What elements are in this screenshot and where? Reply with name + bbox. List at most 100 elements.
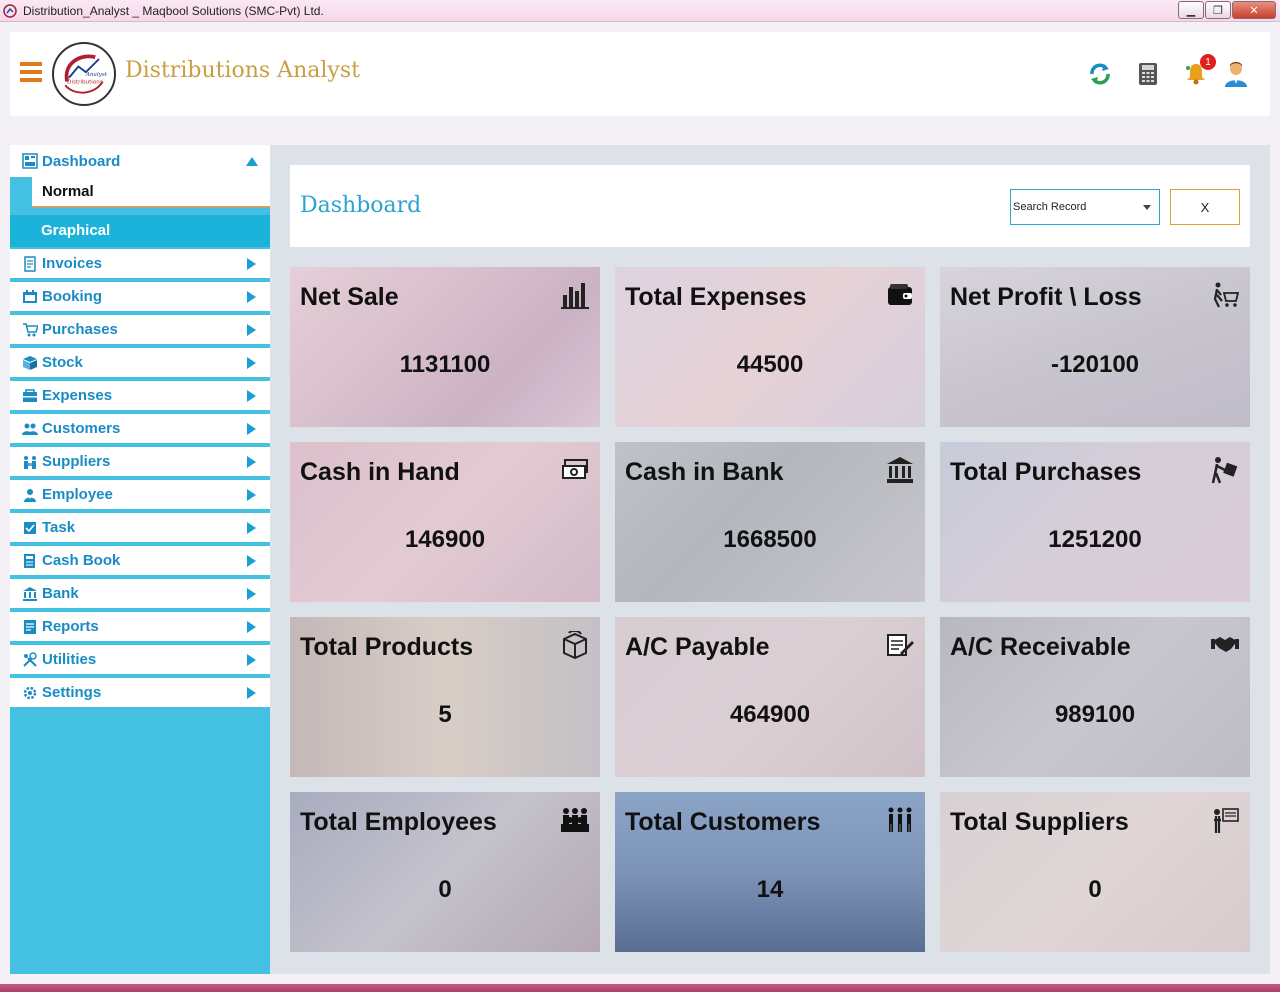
- sidebar-item-booking[interactable]: Booking: [10, 282, 270, 313]
- card-value: 1251200: [1048, 526, 1142, 553]
- utilities-icon: [22, 651, 38, 668]
- card-a-c-payable[interactable]: A/C Payable 464900: [615, 617, 925, 777]
- customers-icon: [22, 421, 38, 437]
- card-title: A/C Receivable: [950, 633, 1131, 661]
- card-value: 0: [1088, 876, 1102, 903]
- card-total-customers[interactable]: Total Customers 14: [615, 792, 925, 952]
- bell-icon[interactable]: 1: [1182, 54, 1216, 88]
- sidebar-item-label: Utilities: [42, 651, 97, 668]
- maximize-button[interactable]: ❐: [1205, 1, 1231, 19]
- chevron-right-icon: [247, 422, 256, 435]
- card-total-suppliers[interactable]: Total Suppliers 0: [940, 792, 1250, 952]
- user-icon[interactable]: [1222, 60, 1250, 88]
- sidebar-subitem-graphical[interactable]: Graphical: [10, 215, 270, 247]
- person-box-icon: [1210, 456, 1240, 484]
- sidebar-item-reports[interactable]: Reports: [10, 612, 270, 643]
- card-value: 1668500: [723, 526, 817, 553]
- card-a-c-receivable[interactable]: A/C Receivable 989100: [940, 617, 1250, 777]
- card-total-purchases[interactable]: Total Purchases 1251200: [940, 442, 1250, 602]
- card-title: Total Employees: [300, 808, 497, 836]
- handshake-icon: [1210, 631, 1240, 659]
- menu-icon[interactable]: [20, 62, 42, 82]
- chevron-right-icon: [247, 356, 256, 369]
- reports-icon: [22, 619, 38, 635]
- calculator-icon[interactable]: [1134, 60, 1162, 88]
- bank-icon: [22, 586, 38, 602]
- card-value: 5: [438, 701, 452, 728]
- sidebar-item-label: Reports: [42, 618, 99, 635]
- dashboard-icon: [22, 153, 38, 169]
- chevron-right-icon: [247, 686, 256, 699]
- clear-search-button[interactable]: X: [1170, 189, 1240, 225]
- sidebar-item-label: Expenses: [42, 387, 113, 404]
- dashboard-header-panel: Dashboard X: [290, 165, 1250, 247]
- card-cash-in-bank[interactable]: Cash in Bank 1668500: [615, 442, 925, 602]
- card-value: 989100: [1054, 701, 1136, 728]
- card-net-profit-loss[interactable]: Net Profit \ Loss -120100: [940, 267, 1250, 427]
- sidebar-item-label: Suppliers: [42, 453, 111, 470]
- logo: Analyst Distributions: [52, 42, 116, 106]
- card-title: Total Expenses: [625, 283, 807, 311]
- chevron-right-icon: [247, 653, 256, 666]
- chevron-down-icon[interactable]: [1143, 205, 1151, 210]
- logo-text-bottom: Distributions: [67, 79, 103, 85]
- card-title: Cash in Bank: [625, 458, 784, 486]
- sidebar-subitem-normal[interactable]: Normal: [32, 177, 270, 208]
- card-net-sale[interactable]: Net Sale 1131100: [290, 267, 600, 427]
- chevron-right-icon: [247, 323, 256, 336]
- card-title: Net Profit \ Loss: [950, 283, 1142, 311]
- chevron-right-icon: [247, 620, 256, 633]
- product-box-icon: [560, 631, 590, 659]
- sidebar-item-label: Task: [42, 519, 76, 536]
- card-title: Total Customers: [625, 808, 821, 836]
- sidebar-item-invoices[interactable]: Invoices: [10, 249, 270, 280]
- sidebar-item-dashboard[interactable]: Dashboard: [10, 145, 270, 177]
- sidebar-item-stock[interactable]: Stock: [10, 348, 270, 379]
- close-button[interactable]: ✕: [1232, 1, 1276, 19]
- notification-badge: 1: [1200, 54, 1216, 70]
- card-value: 464900: [729, 701, 811, 728]
- cash-stack-icon: [560, 456, 590, 484]
- sidebar-item-expenses[interactable]: Expenses: [10, 381, 270, 412]
- sidebar-item-label: Booking: [42, 288, 102, 305]
- chevron-right-icon: [247, 554, 256, 567]
- sidebar-item-label: Stock: [42, 354, 83, 371]
- card-total-products[interactable]: Total Products 5: [290, 617, 600, 777]
- taskbar: [0, 984, 1280, 992]
- sidebar-item-employee[interactable]: Employee: [10, 480, 270, 511]
- sidebar-item-label: Bank: [42, 585, 79, 602]
- window-titlebar: Distribution_Analyst _ Maqbool Solutions…: [0, 0, 1280, 22]
- cashbook-icon: [22, 553, 38, 569]
- card-total-employees[interactable]: Total Employees 0: [290, 792, 600, 952]
- sidebar-item-bank[interactable]: Bank: [10, 579, 270, 610]
- group-icon: [560, 806, 590, 834]
- expenses-icon: [22, 388, 38, 404]
- sidebar-item-settings[interactable]: Settings: [10, 678, 270, 709]
- search-input[interactable]: [1011, 190, 1131, 224]
- minimize-button[interactable]: ▁: [1178, 1, 1204, 19]
- card-value: 44500: [736, 351, 804, 378]
- sidebar-item-purchases[interactable]: Purchases: [10, 315, 270, 346]
- suppliers-icon: [22, 454, 38, 470]
- card-value: 14: [756, 876, 784, 903]
- payable-doc-icon: [885, 631, 915, 659]
- sidebar-item-cash-book[interactable]: Cash Book: [10, 546, 270, 577]
- card-total-expenses[interactable]: Total Expenses 44500: [615, 267, 925, 427]
- sidebar-item-label: Dashboard: [42, 152, 121, 170]
- chevron-right-icon: [247, 290, 256, 303]
- sidebar-item-utilities[interactable]: Utilities: [10, 645, 270, 676]
- shopper-cart-icon: [1210, 281, 1240, 309]
- sidebar-item-customers[interactable]: Customers: [10, 414, 270, 445]
- sidebar-item-task[interactable]: Task: [10, 513, 270, 544]
- refresh-icon[interactable]: [1086, 60, 1114, 88]
- sidebar-item-suppliers[interactable]: Suppliers: [10, 447, 270, 478]
- logo-text-top: Analyst: [85, 72, 108, 78]
- card-cash-in-hand[interactable]: Cash in Hand 146900: [290, 442, 600, 602]
- card-value: 1131100: [399, 351, 491, 378]
- sidebar-item-label: Settings: [42, 684, 102, 701]
- search-combobox[interactable]: [1010, 189, 1160, 225]
- chevron-up-icon: [246, 156, 258, 166]
- logo-graphic-icon: Analyst Distributions: [64, 54, 108, 94]
- page-title: Dashboard: [300, 193, 422, 218]
- bar-chart-icon: [560, 281, 590, 309]
